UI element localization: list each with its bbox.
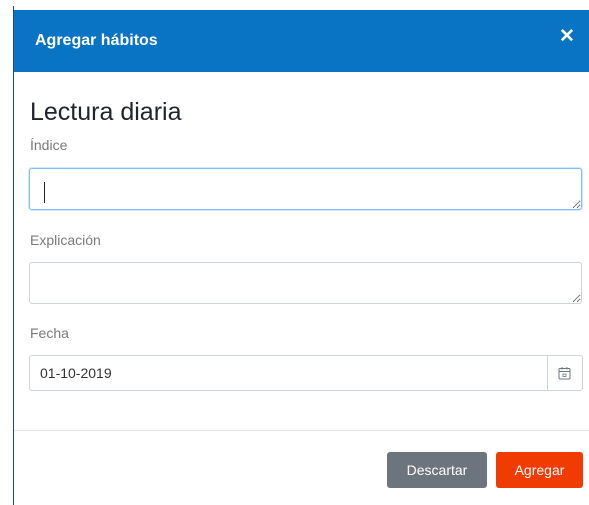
fecha-label: Fecha [30,325,69,341]
habit-name: Lectura diaria [30,98,182,126]
discard-button[interactable]: Descartar [387,452,487,488]
indice-label: Índice [30,137,68,153]
calendar-icon [558,367,571,380]
add-habit-modal: Agregar hábitos ✕ Lectura diaria Índice … [13,6,589,505]
text-caret [44,182,45,203]
indice-field[interactable] [29,168,582,210]
modal-title: Agregar hábitos [35,32,158,49]
modal-header: Agregar hábitos ✕ [14,10,589,72]
add-button[interactable]: Agregar [496,452,583,488]
calendar-button[interactable] [548,355,583,391]
close-icon[interactable]: ✕ [558,27,576,46]
date-field[interactable] [29,355,548,391]
explicacion-field[interactable] [29,262,582,304]
footer-divider [14,430,589,431]
explicacion-label: Explicación [30,232,101,248]
